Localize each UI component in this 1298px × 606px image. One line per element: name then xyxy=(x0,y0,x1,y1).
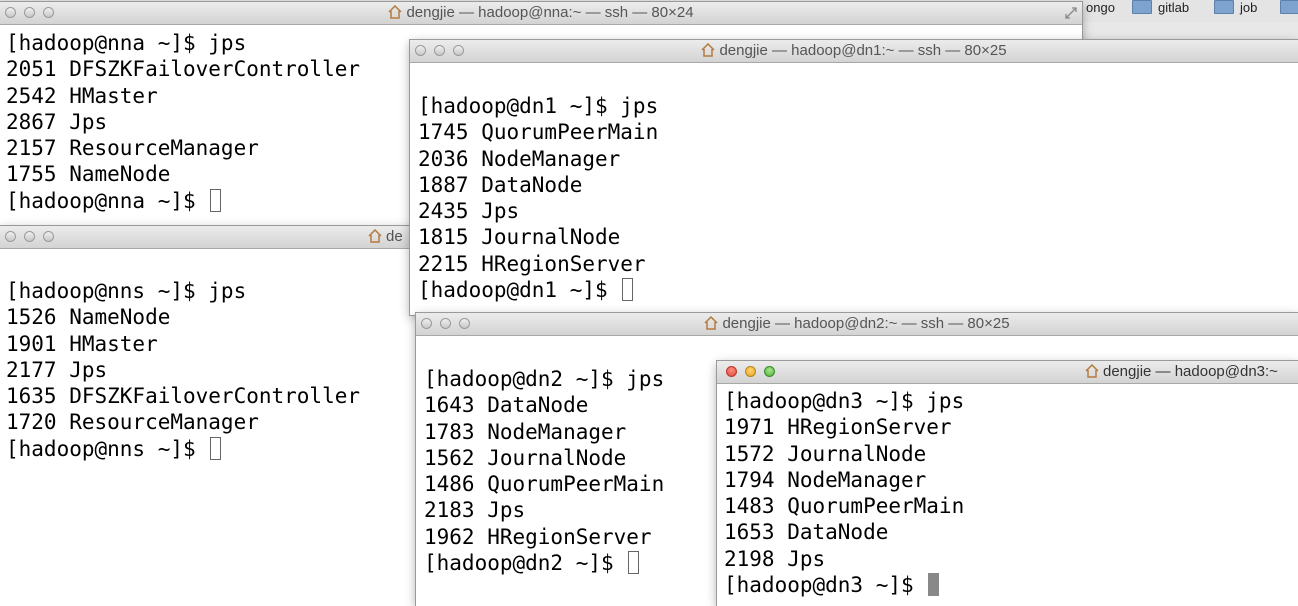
window-title: dengjie — hadoop@dn1:~ — ssh — 80×25 xyxy=(410,40,1298,62)
folder-icon xyxy=(1280,0,1298,14)
terminal-line: 2036 NodeManager xyxy=(418,146,621,171)
terminal-line: 1794 NodeManager xyxy=(724,467,927,492)
home-icon xyxy=(368,229,382,243)
window-title: dengjie — hadoop@nna:~ — ssh — 80×24 xyxy=(0,2,1082,24)
bookmark-label: job xyxy=(1240,0,1258,15)
text-cursor xyxy=(210,436,222,460)
minimize-button[interactable] xyxy=(24,231,35,242)
window-title: dengjie — hadoop@dn3:~ xyxy=(1085,361,1278,383)
window-title-text: dengjie — hadoop@dn2:~ — ssh — 80×25 xyxy=(722,315,1010,332)
prompt-line[interactable]: [hadoop@nns ~]$ xyxy=(6,436,420,462)
terminal-line: [hadoop@dn3 ~]$ jps xyxy=(724,389,965,413)
title-bar[interactable]: dengjie — hadoop@dn2:~ — ssh — 80×25 xyxy=(416,313,1298,336)
terminal-output[interactable]: [hadoop@dn3 ~]$ jps 1971 HRegionServer 157… xyxy=(717,388,1298,606)
title-bar[interactable]: dengjie — hadoop@dn3:~ xyxy=(717,361,1298,384)
terminal-line: 1483 QuorumPeerMain xyxy=(724,494,965,519)
close-button[interactable] xyxy=(726,366,737,377)
terminal-line: 2215 HRegionServer xyxy=(418,251,646,276)
terminal-window-nns[interactable]: de [hadoop@nns ~]$ jps 1526 NameNode 1901 … xyxy=(0,226,420,606)
terminal-window-dn3[interactable]: dengjie — hadoop@dn3:~ [hadoop@dn3 ~]$ j… xyxy=(717,361,1298,606)
home-icon xyxy=(701,43,715,57)
zoom-button[interactable] xyxy=(764,366,775,377)
title-bar[interactable]: dengjie — hadoop@nna:~ — ssh — 80×24 xyxy=(0,2,1082,25)
shell-prompt: [hadoop@dn2 ~]$ xyxy=(424,551,627,576)
window-controls xyxy=(726,366,775,377)
text-cursor xyxy=(622,278,634,302)
terminal-line: 1526 NameNode xyxy=(6,305,171,330)
shell-prompt: [hadoop@nna ~]$ xyxy=(6,188,209,213)
window-title-text: dengjie — hadoop@dn1:~ — ssh — 80×25 xyxy=(719,42,1007,59)
bookmark-label: ongo xyxy=(1086,0,1115,15)
fullscreen-icon[interactable] xyxy=(1064,6,1078,20)
title-bar[interactable]: dengjie — hadoop@dn1:~ — ssh — 80×25 xyxy=(410,40,1298,63)
terminal-line: [hadoop@dn1 ~]$ jps xyxy=(418,94,659,118)
window-controls xyxy=(5,231,54,242)
terminal-output[interactable]: [hadoop@nns ~]$ jps 1526 NameNode 1901 HMa… xyxy=(0,278,420,606)
zoom-button[interactable] xyxy=(43,231,54,242)
shell-prompt: [hadoop@dn1 ~]$ xyxy=(418,278,621,303)
terminal-line: 1572 JournalNode xyxy=(724,441,927,466)
text-cursor xyxy=(210,188,222,212)
terminal-output[interactable]: [hadoop@dn1 ~]$ jps 1745 QuorumPeerMain 20… xyxy=(410,93,1298,315)
folder-icon xyxy=(1132,0,1152,14)
prompt-line[interactable]: [hadoop@dn1 ~]$ xyxy=(418,277,1298,303)
close-button[interactable] xyxy=(5,231,16,242)
shell-prompt: [hadoop@dn3 ~]$ xyxy=(724,573,927,598)
terminal-line: 1887 DataNode xyxy=(418,172,583,197)
bookmark-job[interactable]: job xyxy=(1214,0,1258,15)
terminal-line: 1815 JournalNode xyxy=(418,225,621,250)
home-icon xyxy=(1085,364,1099,378)
text-cursor xyxy=(928,573,940,597)
terminal-line: 1901 HMaster xyxy=(6,331,158,356)
browser-bookmarks-bar: ongo gitlab job xyxy=(1080,0,1298,22)
prompt-line[interactable]: [hadoop@dn3 ~]$ xyxy=(724,572,1298,598)
terminal-line: 1971 HRegionServer xyxy=(724,415,952,440)
bookmark-gitlab[interactable]: gitlab xyxy=(1132,0,1190,15)
text-cursor xyxy=(628,551,640,575)
folder-icon xyxy=(1214,0,1234,14)
terminal-line: 1745 QuorumPeerMain xyxy=(418,120,659,145)
window-title-text: dengjie — hadoop@dn3:~ xyxy=(1103,363,1278,380)
bookmark-label: gitlab xyxy=(1158,0,1190,15)
window-title-text: de xyxy=(386,228,403,245)
terminal-line: 2177 Jps xyxy=(6,357,108,382)
window-title-text: dengjie — hadoop@nna:~ — ssh — 80×24 xyxy=(406,4,694,21)
window-title: dengjie — hadoop@dn2:~ — ssh — 80×25 xyxy=(416,313,1298,335)
home-icon xyxy=(704,316,718,330)
minimize-button[interactable] xyxy=(745,366,756,377)
terminal-window-dn1[interactable]: dengjie — hadoop@dn1:~ — ssh — 80×25 [ha… xyxy=(410,40,1298,315)
terminal-line: 1653 DataNode xyxy=(724,520,889,545)
terminal-line: [hadoop@nns ~]$ jps xyxy=(6,279,247,303)
home-icon xyxy=(388,5,402,19)
window-title: de xyxy=(368,226,403,248)
bookmark-ongo[interactable]: ongo xyxy=(1086,0,1115,15)
terminal-line: 1720 ResourceManager xyxy=(6,410,259,435)
title-bar[interactable]: de xyxy=(0,226,420,249)
shell-prompt: [hadoop@nns ~]$ xyxy=(6,436,209,461)
terminal-line: 2198 Jps xyxy=(724,546,826,571)
terminal-line: 2435 Jps xyxy=(418,199,520,224)
bookmark-more[interactable] xyxy=(1280,0,1298,14)
terminal-line: 1635 DFSZKFailoverController xyxy=(6,384,361,409)
